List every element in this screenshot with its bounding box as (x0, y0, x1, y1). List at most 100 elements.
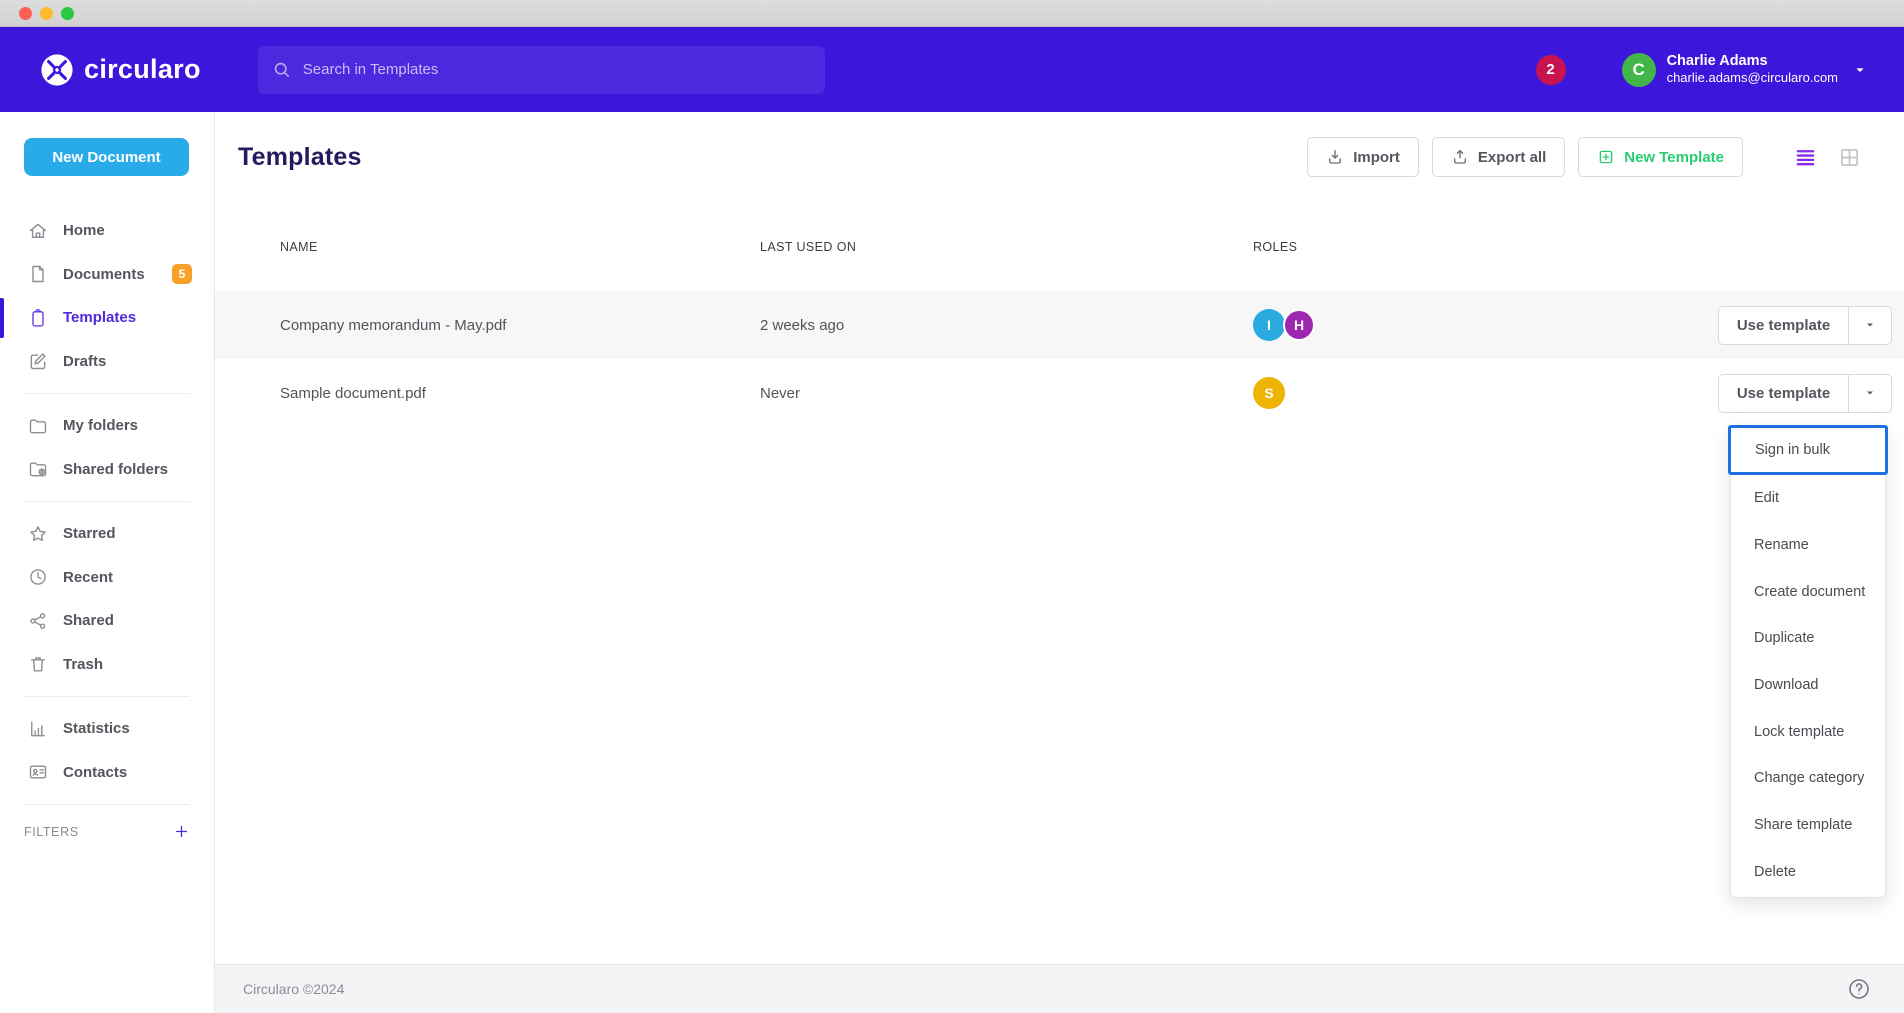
documents-count-badge: 5 (172, 264, 192, 284)
export-icon (1451, 148, 1469, 166)
role-avatar[interactable]: S (1253, 377, 1285, 409)
use-template-button[interactable]: Use template (1719, 307, 1848, 344)
sidebar-item-label: Statistics (63, 720, 130, 737)
user-avatar: C (1622, 53, 1656, 87)
bar-chart-icon (28, 719, 48, 739)
new-template-button[interactable]: New Template (1578, 137, 1743, 177)
table-row[interactable]: Company memorandum - May.pdf 2 weeks ago… (215, 291, 1904, 359)
search-input[interactable] (303, 61, 811, 78)
sidebar-item-recent[interactable]: Recent (0, 556, 214, 600)
menu-item-lock-template[interactable]: Lock template (1731, 708, 1885, 755)
add-filter-button[interactable] (173, 823, 190, 840)
close-window-button[interactable] (19, 7, 32, 20)
menu-item-share-template[interactable]: Share template (1731, 802, 1885, 849)
sidebar-item-drafts[interactable]: Drafts (0, 340, 214, 384)
export-all-button-label: Export all (1478, 149, 1546, 166)
search-icon (272, 60, 291, 79)
user-text: Charlie Adams charlie.adams@circularo.co… (1667, 52, 1838, 86)
use-template-button[interactable]: Use template (1719, 375, 1848, 412)
share-icon (28, 611, 48, 631)
maximize-window-button[interactable] (61, 7, 74, 20)
star-icon (28, 524, 48, 544)
menu-item-edit[interactable]: Edit (1731, 475, 1885, 522)
sidebar-item-label: Starred (63, 525, 116, 542)
menu-item-delete[interactable]: Delete (1731, 849, 1885, 896)
template-name: Company memorandum - May.pdf (280, 317, 760, 334)
sidebar-item-home[interactable]: Home (0, 209, 214, 253)
shared-folder-icon (28, 459, 48, 479)
menu-item-sign-in-bulk[interactable]: Sign in bulk (1728, 425, 1888, 475)
sidebar-item-shared-folders[interactable]: Shared folders (0, 448, 214, 492)
circularo-logo: circularo (40, 53, 201, 87)
menu-item-rename[interactable]: Rename (1731, 522, 1885, 569)
clock-icon (28, 567, 48, 587)
contact-card-icon (28, 762, 48, 782)
user-name: Charlie Adams (1667, 52, 1838, 70)
roles-avatars: I H (1253, 309, 1718, 341)
caret-down-icon (1863, 386, 1877, 400)
sidebar-item-label: Shared (63, 612, 114, 629)
sidebar-nav: Home Documents 5 Templates (0, 209, 214, 840)
footer: Circularo ©2024 (215, 964, 1904, 1013)
menu-item-duplicate[interactable]: Duplicate (1731, 615, 1885, 662)
use-template-dropdown-button[interactable] (1848, 307, 1891, 344)
notification-badge[interactable]: 2 (1536, 55, 1566, 85)
search-bar[interactable] (258, 46, 825, 94)
column-header-last-used: LAST USED ON (760, 240, 1253, 254)
template-name: Sample document.pdf (280, 385, 760, 402)
list-view-icon (1794, 146, 1817, 169)
import-button[interactable]: Import (1307, 137, 1419, 177)
new-document-button[interactable]: New Document (24, 138, 189, 176)
menu-item-change-category[interactable]: Change category (1731, 755, 1885, 802)
caret-down-icon (1863, 318, 1877, 332)
export-all-button[interactable]: Export all (1432, 137, 1565, 177)
column-header-name: NAME (280, 240, 760, 254)
sidebar: New Document Home Documents 5 Templat (0, 112, 215, 1013)
sidebar-divider (24, 696, 190, 697)
draft-icon (28, 351, 48, 371)
use-template-split-button: Use template (1718, 374, 1892, 413)
brand-name: circularo (84, 54, 201, 85)
table-header-row: NAME LAST USED ON ROLES (215, 227, 1904, 267)
clipboard-icon (28, 308, 48, 328)
page-toolbar: Templates Import Export all (238, 137, 1861, 177)
menu-item-download[interactable]: Download (1731, 662, 1885, 709)
grid-view-icon (1838, 146, 1861, 169)
role-avatar[interactable]: H (1283, 309, 1315, 341)
table-row[interactable]: Sample document.pdf Never S Use template (215, 359, 1904, 427)
sidebar-item-label: Home (63, 222, 105, 239)
sidebar-item-starred[interactable]: Starred (0, 512, 214, 556)
header-right-cluster: 2 C Charlie Adams charlie.adams@circular… (1536, 52, 1868, 86)
sidebar-divider (24, 501, 190, 502)
minimize-window-button[interactable] (40, 7, 53, 20)
use-template-dropdown-button[interactable] (1848, 375, 1891, 412)
list-view-button[interactable] (1794, 146, 1817, 169)
filters-label: FILTERS (24, 825, 79, 839)
sidebar-item-label: Templates (63, 309, 136, 326)
sidebar-item-contacts[interactable]: Contacts (0, 751, 214, 795)
sidebar-item-templates[interactable]: Templates (0, 296, 214, 340)
app-header: circularo 2 C Charlie Adams charlie.adam… (0, 27, 1904, 112)
grid-view-button[interactable] (1838, 146, 1861, 169)
sidebar-item-trash[interactable]: Trash (0, 643, 214, 687)
sidebar-item-statistics[interactable]: Statistics (0, 707, 214, 751)
sidebar-divider (24, 804, 190, 805)
import-icon (1326, 148, 1344, 166)
sidebar-item-shared[interactable]: Shared (0, 599, 214, 643)
main-content: Templates Import Export all (215, 112, 1904, 1013)
document-icon (28, 264, 48, 284)
sidebar-item-my-folders[interactable]: My folders (0, 404, 214, 448)
sidebar-item-label: Trash (63, 656, 103, 673)
menu-item-create-document[interactable]: Create document (1731, 568, 1885, 615)
sidebar-item-label: Shared folders (63, 461, 168, 478)
help-button[interactable] (1847, 977, 1871, 1001)
sidebar-divider (24, 393, 190, 394)
copyright-text: Circularo ©2024 (243, 981, 344, 997)
sidebar-item-documents[interactable]: Documents 5 (0, 253, 214, 297)
sidebar-item-label: Contacts (63, 764, 127, 781)
role-avatar[interactable]: I (1253, 309, 1285, 341)
circularo-logo-icon (40, 53, 74, 87)
column-header-roles: ROLES (1253, 240, 1718, 254)
roles-avatars: S (1253, 377, 1718, 409)
user-menu[interactable]: C Charlie Adams charlie.adams@circularo.… (1622, 52, 1868, 86)
